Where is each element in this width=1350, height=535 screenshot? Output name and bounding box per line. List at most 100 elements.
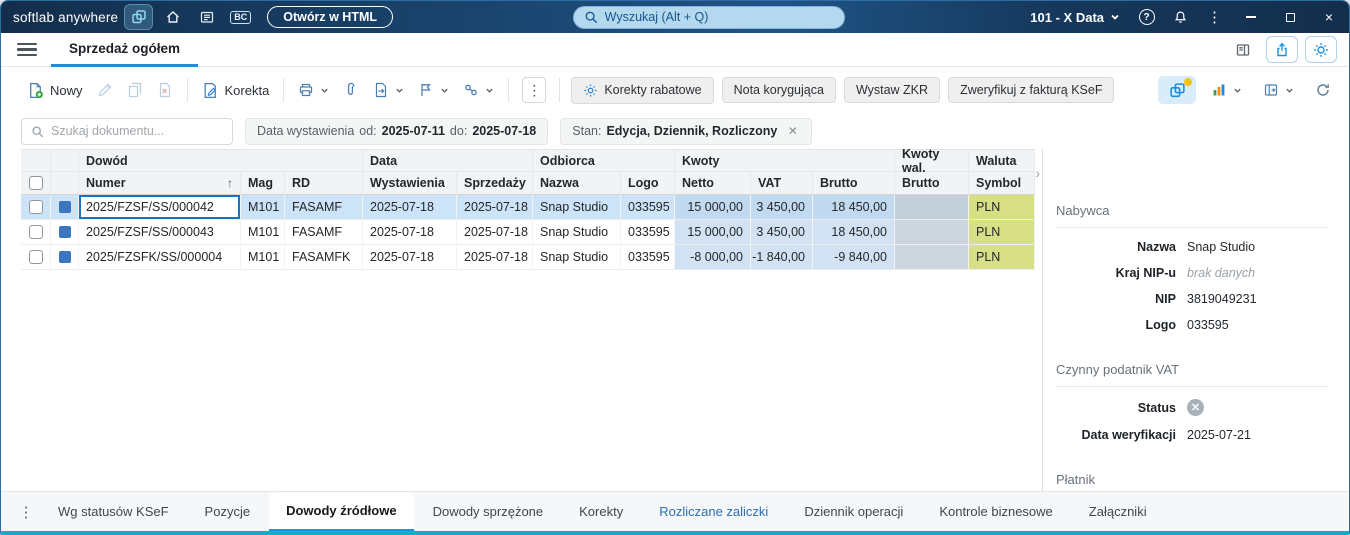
cell-brutto[interactable]: -9 840,00 (813, 245, 895, 270)
issue-zkr-button[interactable]: Wystaw ZKR (843, 77, 941, 103)
menu-button[interactable] (17, 42, 37, 57)
more-menu-button[interactable]: ⋮ (1201, 5, 1228, 29)
group-header-odbiorca[interactable]: Odbiorca (533, 149, 675, 172)
notifications-button[interactable] (1167, 5, 1194, 29)
cell-numer[interactable]: 2025/FZSF/SS/000043 (79, 220, 241, 245)
cell-sprzedazy[interactable]: 2025-07-18 (457, 195, 533, 220)
group-header-kwoty[interactable]: Kwoty (675, 149, 895, 172)
group-header-waluta[interactable]: Waluta (969, 149, 1035, 172)
issue-date-filter-chip[interactable]: Data wystawienia od: 2025-07-11 do: 2025… (245, 117, 549, 145)
news-button[interactable] (193, 5, 220, 29)
tab-korekty[interactable]: Korekty (562, 492, 640, 532)
cell-wystawienia[interactable]: 2025-07-18 (363, 245, 457, 270)
table-row[interactable]: 2025/FZSFK/SS/000004 M101 FASAMFK 2025-0… (21, 245, 1042, 270)
tab-dowody-zrodlowe[interactable]: Dowody źródłowe (269, 491, 414, 531)
cell-rd[interactable]: FASAMF (285, 195, 363, 220)
ksef-status-button[interactable] (1158, 76, 1196, 104)
column-header-vat[interactable]: VAT (751, 172, 813, 195)
cell-brutto[interactable]: 18 450,00 (813, 195, 895, 220)
flag-button[interactable] (412, 77, 455, 103)
cell-brutto[interactable]: 18 450,00 (813, 220, 895, 245)
tab-kontrole-biznesowe[interactable]: Kontrole biznesowe (922, 492, 1069, 532)
help-button[interactable]: ? (1133, 5, 1160, 29)
open-in-html-button[interactable]: Otwórz w HTML (267, 6, 394, 28)
table-row[interactable]: 2025/FZSF/SS/000043 M101 FASAMF 2025-07-… (21, 220, 1042, 245)
workspace-selector[interactable]: 101 - X Data (1030, 10, 1120, 25)
column-header-netto[interactable]: Netto (675, 172, 751, 195)
cell-mag[interactable]: M101 (241, 245, 285, 270)
cell-rd[interactable]: FASAMFK (285, 245, 363, 270)
discount-corrections-button[interactable]: Korekty rabatowe (571, 76, 714, 104)
group-header-dowod[interactable]: Dowód (79, 149, 363, 172)
cell-symbol[interactable]: PLN (969, 245, 1035, 270)
column-header-brutto-wal[interactable]: Brutto (895, 172, 969, 195)
sort-ascending-icon[interactable]: ↑ (227, 176, 233, 190)
select-all-checkbox[interactable] (28, 176, 43, 190)
cell-netto[interactable]: -8 000,00 (675, 245, 751, 270)
row-checkbox[interactable] (28, 250, 43, 264)
group-header-data[interactable]: Data (363, 149, 533, 172)
cell-symbol[interactable]: PLN (969, 195, 1035, 220)
panel-view-button[interactable] (1257, 77, 1300, 103)
workspaces-button[interactable] (124, 4, 154, 30)
share-button[interactable] (1266, 36, 1298, 63)
column-header-rd[interactable]: RD (285, 172, 363, 195)
attachments-button[interactable] (337, 77, 365, 103)
cell-vat[interactable]: -1 840,00 (751, 245, 813, 270)
cell-vat[interactable]: 3 450,00 (751, 220, 813, 245)
focus-mode-button[interactable] (1305, 36, 1337, 63)
cell-vat[interactable]: 3 450,00 (751, 195, 813, 220)
cell-brutto-wal[interactable] (895, 195, 969, 220)
cell-numer[interactable]: 2025/FZSFK/SS/000004 (79, 245, 241, 270)
tab-zalaczniki[interactable]: Załączniki (1072, 492, 1164, 532)
correction-button[interactable]: Korekta (196, 77, 276, 104)
refresh-button[interactable] (1309, 77, 1337, 103)
chart-view-button[interactable] (1205, 77, 1248, 103)
column-header-logo[interactable]: Logo (621, 172, 675, 195)
cell-netto[interactable]: 15 000,00 (675, 195, 751, 220)
window-close-button[interactable]: × (1313, 4, 1345, 30)
column-header-sprzedazy[interactable]: Sprzedaży (457, 172, 533, 195)
column-header-symbol[interactable]: Symbol (969, 172, 1035, 195)
cell-nazwa[interactable]: Snap Studio (533, 245, 621, 270)
tab-wg-statusow-ksef[interactable]: Wg statusów KSeF (41, 492, 186, 532)
global-search[interactable] (572, 5, 845, 29)
remove-filter-icon[interactable]: ✕ (785, 124, 800, 139)
tab-sprzedaz-ogolem[interactable]: Sprzedaż ogółem (51, 33, 199, 67)
cell-rd[interactable]: FASAMF (285, 220, 363, 245)
cell-mag[interactable]: M101 (241, 220, 285, 245)
document-search-input[interactable] (51, 124, 223, 138)
cell-numer[interactable]: 2025/FZSF/SS/000042 (79, 195, 241, 220)
cell-mag[interactable]: M101 (241, 195, 285, 220)
new-document-button[interactable]: Nowy (21, 77, 89, 104)
window-maximize-button[interactable] (1274, 4, 1306, 30)
print-button[interactable] (292, 77, 335, 103)
column-header-wystawienia[interactable]: Wystawienia (363, 172, 457, 195)
group-header-kwoty-wal[interactable]: Kwoty wal. (895, 149, 969, 175)
bottom-tabs-menu-button[interactable]: ⋮ (13, 503, 39, 521)
table-row[interactable]: 2025/FZSF/SS/000042 M101 FASAMF 2025-07-… (21, 195, 1042, 220)
row-checkbox[interactable] (28, 225, 43, 239)
document-search[interactable] (21, 117, 233, 145)
column-header-mag[interactable]: Mag (241, 172, 285, 195)
state-filter-chip[interactable]: Stan: Edycja, Dziennik, Rozliczony ✕ (560, 117, 813, 145)
tab-dziennik-operacji[interactable]: Dziennik operacji (787, 492, 920, 532)
home-button[interactable] (159, 5, 186, 29)
more-actions-button[interactable]: ⋮ (522, 77, 547, 103)
relations-button[interactable] (457, 77, 500, 103)
tab-pozycje[interactable]: Pozycje (188, 492, 268, 532)
tab-dowody-sprzezone[interactable]: Dowody sprzężone (416, 492, 561, 532)
copy-document-button[interactable] (121, 77, 149, 103)
cell-logo[interactable]: 033595 (621, 245, 675, 270)
cell-logo[interactable]: 033595 (621, 220, 675, 245)
tab-rozliczane-zaliczki[interactable]: Rozliczane zaliczki (642, 492, 785, 532)
verify-ksef-button[interactable]: Zweryfikuj z fakturą KSeF (948, 77, 1115, 103)
export-document-button[interactable] (367, 77, 410, 103)
cell-nazwa[interactable]: Snap Studio (533, 220, 621, 245)
cell-wystawienia[interactable]: 2025-07-18 (363, 220, 457, 245)
cell-nazwa[interactable]: Snap Studio (533, 195, 621, 220)
cell-logo[interactable]: 033595 (621, 195, 675, 220)
cell-sprzedazy[interactable]: 2025-07-18 (457, 220, 533, 245)
global-search-input[interactable] (604, 10, 834, 24)
column-header-brutto[interactable]: Brutto (813, 172, 895, 195)
